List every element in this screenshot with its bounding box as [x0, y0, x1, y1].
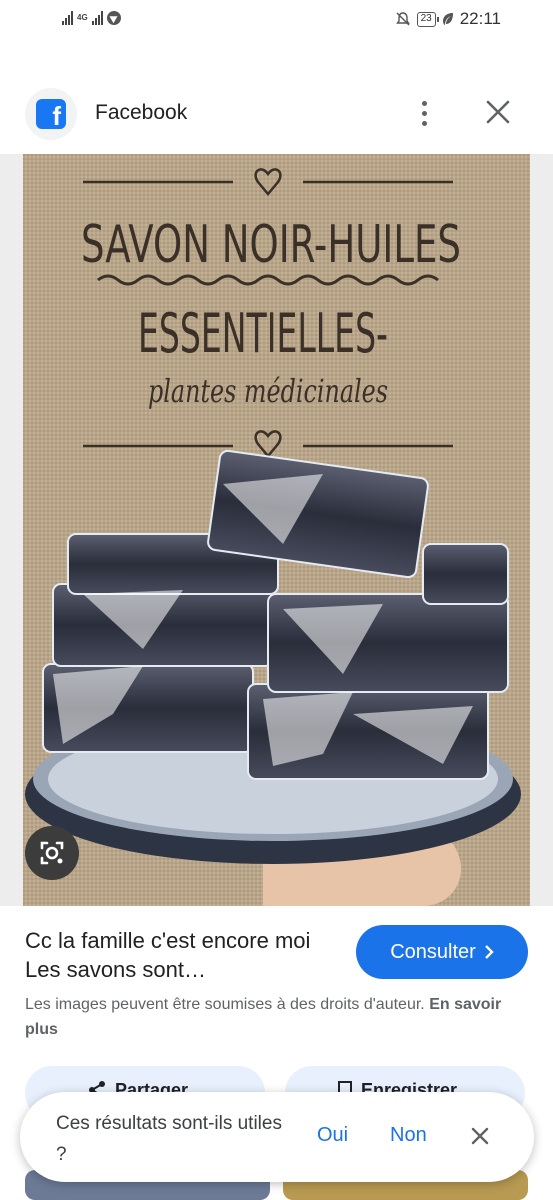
- copyright-notice: Les images peuvent être soumises à des d…: [25, 992, 525, 1042]
- lens-icon: [40, 841, 64, 865]
- source-header: f Facebook: [0, 86, 553, 142]
- site-name[interactable]: Facebook: [95, 101, 187, 125]
- more-vert-icon[interactable]: [414, 95, 434, 131]
- close-icon[interactable]: [484, 98, 512, 126]
- feedback-yes-button[interactable]: Oui: [317, 1124, 348, 1147]
- image-text-line3: plantes médicinales: [148, 372, 388, 410]
- feedback-question: Ces résultats sont-ils utiles ?: [56, 1113, 282, 1165]
- battery-indicator: 23: [416, 11, 439, 27]
- network-type: 4G: [77, 13, 88, 22]
- clock: 22:11: [459, 9, 501, 28]
- status-bar: 4G 23 22:11: [0, 0, 553, 40]
- status-right: 23 22:11: [395, 9, 501, 29]
- consult-button-label: Consulter: [390, 940, 476, 963]
- telegram-icon: [106, 11, 121, 25]
- chevron-right-icon: [484, 945, 494, 959]
- signal-icon: [62, 11, 73, 25]
- result-image[interactable]: SAVON NOIR-HUILES ESSENTIELLES- plantes …: [0, 154, 553, 906]
- feedback-toast: Ces résultats sont-ils utiles ? Oui Non: [20, 1092, 534, 1182]
- result-title[interactable]: Cc la famille c'est encore moi Les savon…: [25, 926, 335, 984]
- soap-photo: SAVON NOIR-HUILES ESSENTIELLES- plantes …: [23, 154, 530, 906]
- status-left: 4G: [62, 11, 121, 25]
- consult-button[interactable]: Consulter: [356, 925, 528, 979]
- image-text-line1: SAVON NOIR-HUILES: [81, 215, 461, 275]
- facebook-logo-icon: f: [25, 88, 77, 140]
- leaf-icon: [442, 13, 453, 25]
- mute-bell-icon: [395, 12, 410, 26]
- signal-icon-2: [91, 11, 103, 25]
- feedback-no-button[interactable]: Non: [390, 1124, 427, 1147]
- copyright-text: Les images peuvent être soumises à des d…: [25, 996, 425, 1013]
- google-lens-button[interactable]: [25, 826, 79, 880]
- facebook-logo-letter: f: [36, 99, 66, 129]
- image-text-line2: ESSENTIELLES-: [138, 302, 388, 365]
- feedback-close-icon[interactable]: [471, 1127, 489, 1145]
